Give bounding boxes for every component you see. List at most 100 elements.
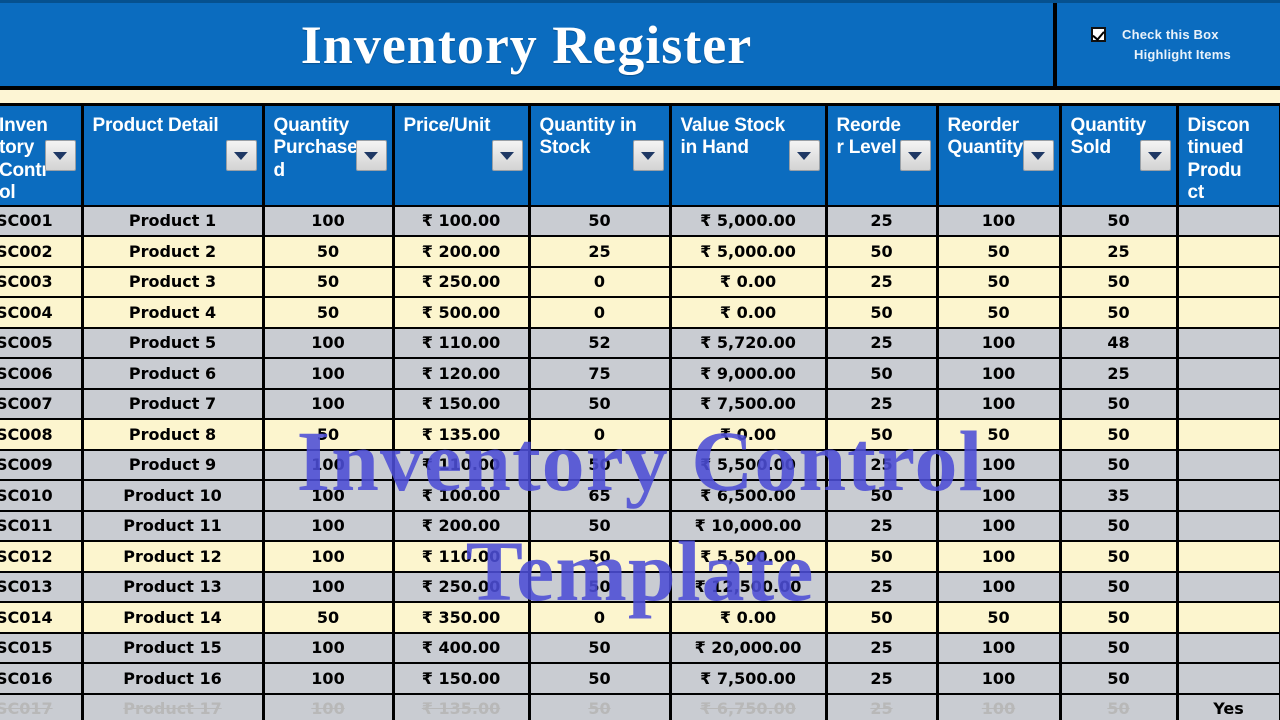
cell-discontinued[interactable] xyxy=(1177,541,1280,573)
filter-dropdown-icon[interactable] xyxy=(899,140,931,171)
cell-value-stock[interactable]: ₹ 0.00 xyxy=(670,297,828,329)
cell-price[interactable]: ₹ 110.00 xyxy=(393,541,531,573)
cell-reorder-level[interactable]: 25 xyxy=(826,266,939,299)
column-header-quantity-sold[interactable]: Quantity Sold xyxy=(1060,106,1179,207)
cell-product[interactable]: Product 17 xyxy=(82,693,265,720)
cell-reorder-qty[interactable]: 100 xyxy=(937,205,1062,238)
cell-product[interactable]: Product 2 xyxy=(82,236,265,268)
cell-qty-purchased[interactable]: 100 xyxy=(263,571,395,604)
cell-value-stock[interactable]: ₹ 0.00 xyxy=(670,419,828,451)
cell-code[interactable]: ISC017 xyxy=(0,693,84,720)
table-row[interactable]: ISC012Product 12100₹ 110.0050₹ 5,500.005… xyxy=(0,541,1280,573)
filter-dropdown-icon[interactable] xyxy=(225,140,257,171)
cell-price[interactable]: ₹ 200.00 xyxy=(393,236,531,268)
cell-qty-stock[interactable]: 50 xyxy=(529,449,672,482)
table-row[interactable]: ISC010Product 10100₹ 100.0065₹ 6,500.005… xyxy=(0,480,1280,512)
cell-discontinued[interactable] xyxy=(1177,449,1280,482)
cell-price[interactable]: ₹ 110.00 xyxy=(393,327,531,360)
cell-product[interactable]: Product 6 xyxy=(82,358,265,390)
cell-qty-purchased[interactable]: 50 xyxy=(263,297,395,329)
cell-code[interactable]: ISC003 xyxy=(0,266,84,299)
cell-reorder-qty[interactable]: 100 xyxy=(937,327,1062,360)
table-row[interactable]: ISC006Product 6100₹ 120.0075₹ 9,000.0050… xyxy=(0,358,1280,390)
cell-price[interactable]: ₹ 350.00 xyxy=(393,602,531,634)
column-header-inventory-control[interactable]: Inventory Control xyxy=(0,106,84,207)
cell-qty-sold[interactable]: 50 xyxy=(1060,297,1179,329)
cell-qty-stock[interactable]: 0 xyxy=(529,297,672,329)
cell-code[interactable]: ISC008 xyxy=(0,419,84,451)
cell-qty-stock[interactable]: 50 xyxy=(529,510,672,543)
cell-discontinued[interactable] xyxy=(1177,388,1280,421)
cell-discontinued[interactable]: Yes xyxy=(1177,693,1280,720)
cell-qty-purchased[interactable]: 50 xyxy=(263,266,395,299)
table-row[interactable]: ISC014Product 1450₹ 350.000₹ 0.00505050 xyxy=(0,602,1280,634)
table-row[interactable]: ISC007Product 7100₹ 150.0050₹ 7,500.0025… xyxy=(0,388,1280,421)
cell-reorder-level[interactable]: 50 xyxy=(826,602,939,634)
cell-code[interactable]: ISC012 xyxy=(0,541,84,573)
filter-dropdown-icon[interactable] xyxy=(44,140,76,171)
cell-reorder-level[interactable]: 25 xyxy=(826,663,939,695)
cell-reorder-qty[interactable]: 50 xyxy=(937,236,1062,268)
cell-code[interactable]: ISC002 xyxy=(0,236,84,268)
cell-discontinued[interactable] xyxy=(1177,236,1280,268)
cell-value-stock[interactable]: ₹ 5,720.00 xyxy=(670,327,828,360)
cell-value-stock[interactable]: ₹ 0.00 xyxy=(670,602,828,634)
cell-qty-stock[interactable]: 50 xyxy=(529,541,672,573)
cell-price[interactable]: ₹ 500.00 xyxy=(393,297,531,329)
column-header-reorder-quantity[interactable]: Reorder Quantity xyxy=(937,106,1062,207)
table-row[interactable]: ISC009Product 9100₹ 110.0050₹ 5,500.0025… xyxy=(0,449,1280,482)
column-header-quantity-purchased[interactable]: Quantity Purchased xyxy=(263,106,395,207)
cell-qty-sold[interactable]: 50 xyxy=(1060,632,1179,665)
cell-price[interactable]: ₹ 135.00 xyxy=(393,419,531,451)
cell-reorder-level[interactable]: 50 xyxy=(826,297,939,329)
cell-code[interactable]: ISC009 xyxy=(0,449,84,482)
table-row[interactable]: ISC003Product 350₹ 250.000₹ 0.00255050 xyxy=(0,266,1280,299)
cell-reorder-level[interactable]: 25 xyxy=(826,327,939,360)
cell-price[interactable]: ₹ 400.00 xyxy=(393,632,531,665)
cell-value-stock[interactable]: ₹ 6,750.00 xyxy=(670,693,828,720)
cell-price[interactable]: ₹ 150.00 xyxy=(393,663,531,695)
cell-qty-sold[interactable]: 50 xyxy=(1060,541,1179,573)
cell-price[interactable]: ₹ 200.00 xyxy=(393,510,531,543)
filter-dropdown-icon[interactable] xyxy=(1022,140,1054,171)
cell-price[interactable]: ₹ 135.00 xyxy=(393,693,531,720)
cell-qty-purchased[interactable]: 100 xyxy=(263,693,395,720)
column-header-quantity-in-stock[interactable]: Quantity in Stock xyxy=(529,106,672,207)
cell-product[interactable]: Product 4 xyxy=(82,297,265,329)
cell-qty-purchased[interactable]: 100 xyxy=(263,358,395,390)
cell-code[interactable]: ISC014 xyxy=(0,602,84,634)
filter-dropdown-icon[interactable] xyxy=(1139,140,1171,171)
cell-qty-stock[interactable]: 50 xyxy=(529,388,672,421)
cell-value-stock[interactable]: ₹ 6,500.00 xyxy=(670,480,828,512)
cell-code[interactable]: ISC010 xyxy=(0,480,84,512)
cell-product[interactable]: Product 14 xyxy=(82,602,265,634)
cell-code[interactable]: ISC011 xyxy=(0,510,84,543)
cell-code[interactable]: ISC004 xyxy=(0,297,84,329)
cell-reorder-level[interactable]: 50 xyxy=(826,236,939,268)
cell-value-stock[interactable]: ₹ 7,500.00 xyxy=(670,388,828,421)
cell-qty-sold[interactable]: 25 xyxy=(1060,358,1179,390)
cell-reorder-qty[interactable]: 100 xyxy=(937,510,1062,543)
cell-qty-sold[interactable]: 50 xyxy=(1060,419,1179,451)
filter-dropdown-icon[interactable] xyxy=(632,140,664,171)
cell-reorder-qty[interactable]: 100 xyxy=(937,663,1062,695)
cell-qty-sold[interactable]: 50 xyxy=(1060,266,1179,299)
cell-product[interactable]: Product 5 xyxy=(82,327,265,360)
cell-qty-stock[interactable]: 50 xyxy=(529,205,672,238)
cell-discontinued[interactable] xyxy=(1177,327,1280,360)
cell-reorder-qty[interactable]: 100 xyxy=(937,358,1062,390)
cell-code[interactable]: ISC016 xyxy=(0,663,84,695)
cell-product[interactable]: Product 3 xyxy=(82,266,265,299)
cell-reorder-level[interactable]: 25 xyxy=(826,632,939,665)
cell-reorder-level[interactable]: 25 xyxy=(826,449,939,482)
cell-qty-stock[interactable]: 25 xyxy=(529,236,672,268)
cell-reorder-level[interactable]: 50 xyxy=(826,480,939,512)
cell-discontinued[interactable] xyxy=(1177,663,1280,695)
cell-code[interactable]: ISC001 xyxy=(0,205,84,238)
cell-qty-stock[interactable]: 52 xyxy=(529,327,672,360)
cell-reorder-qty[interactable]: 100 xyxy=(937,449,1062,482)
cell-reorder-qty[interactable]: 100 xyxy=(937,693,1062,720)
cell-value-stock[interactable]: ₹ 12,500.00 xyxy=(670,571,828,604)
cell-value-stock[interactable]: ₹ 0.00 xyxy=(670,266,828,299)
cell-code[interactable]: ISC007 xyxy=(0,388,84,421)
